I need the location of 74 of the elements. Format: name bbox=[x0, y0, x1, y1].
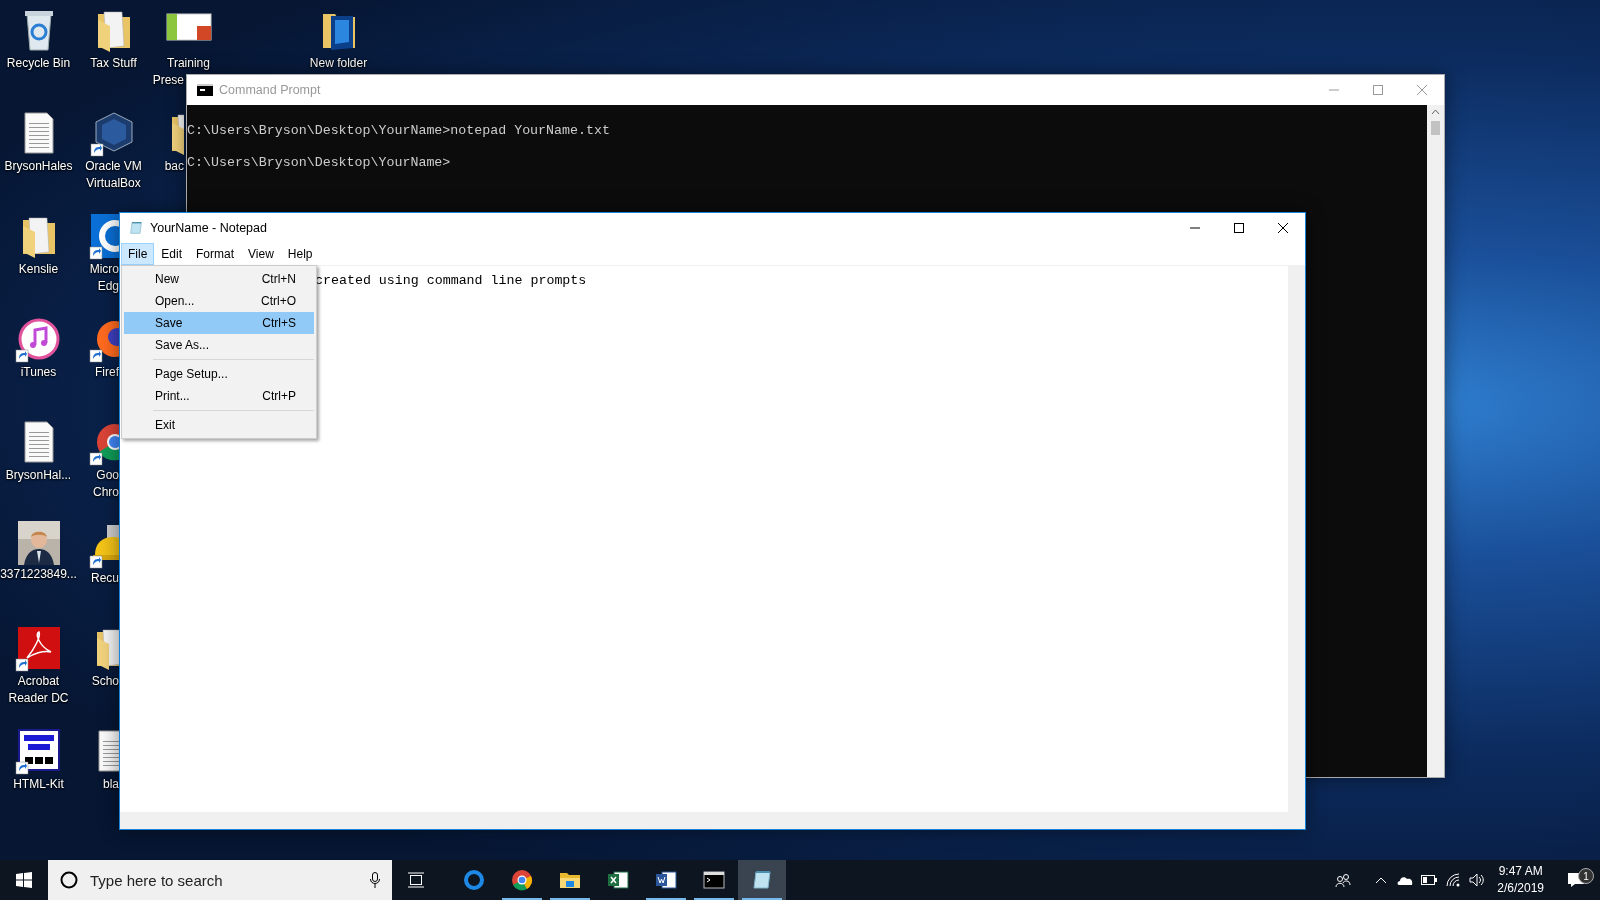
menu-option[interactable]: Open... Ctrl+O bbox=[124, 290, 314, 312]
edge-icon bbox=[462, 868, 486, 892]
search-box[interactable]: Type here to search bbox=[48, 860, 392, 900]
battery-icon bbox=[1421, 875, 1438, 885]
icon-label: bla bbox=[103, 777, 119, 792]
search-field[interactable]: Type here to search bbox=[88, 870, 360, 890]
icon-label: iTunes bbox=[20, 365, 57, 380]
notepad-icon bbox=[128, 220, 144, 236]
console-line: C:\Users\Bryson\Desktop\YourName>notepad YourName.txt bbox=[187, 123, 610, 139]
icon-label: Edg bbox=[97, 279, 119, 294]
microphone-icon bbox=[370, 872, 380, 888]
scrollbar[interactable] bbox=[1427, 105, 1444, 777]
cloud-icon bbox=[1397, 875, 1414, 885]
chevron-up-icon bbox=[1375, 876, 1388, 884]
icon-label: HTML-Kit bbox=[13, 777, 64, 792]
taskbar-app-button[interactable] bbox=[738, 860, 786, 900]
clock-time: 9:47 AM bbox=[1498, 863, 1543, 880]
icon-label: New folder bbox=[309, 56, 368, 71]
window-title: Command Prompt bbox=[219, 83, 322, 97]
icon-label: Chro bbox=[93, 485, 119, 500]
menu-option[interactable]: New Ctrl+N bbox=[124, 268, 314, 290]
close-icon bbox=[1417, 85, 1427, 95]
horizontal-scrollbar[interactable] bbox=[120, 812, 1305, 829]
terminal-icon bbox=[702, 868, 726, 892]
clock-date: 2/6/2019 bbox=[1497, 880, 1544, 897]
menu-item[interactable]: File bbox=[121, 243, 155, 265]
wifi-icon bbox=[1446, 873, 1461, 887]
icon-label: Prese bbox=[152, 73, 184, 88]
speaker-icon bbox=[1469, 873, 1486, 887]
icon-label: Training bbox=[167, 56, 210, 71]
icon-label: Micro bbox=[89, 262, 119, 277]
word-processor-icon bbox=[654, 868, 678, 892]
menu-option[interactable]: Print... Ctrl+P bbox=[124, 385, 314, 407]
icon-label: Reader DC bbox=[8, 691, 69, 706]
icon-label: Recycle Bin bbox=[6, 56, 71, 71]
icon-label: Tax Stuff bbox=[90, 56, 137, 71]
icon-label: VirtualBox bbox=[86, 176, 141, 191]
menu-item[interactable]: Help bbox=[280, 243, 320, 265]
menu-option[interactable]: Save Ctrl+S bbox=[124, 312, 314, 334]
icon-label: Recu bbox=[91, 571, 119, 586]
icon-label: Goo bbox=[96, 468, 119, 483]
notepad-icon bbox=[750, 868, 774, 892]
acrobat-icon[interactable] bbox=[14, 624, 63, 672]
close-icon bbox=[1278, 223, 1288, 233]
menu-option[interactable]: Exit bbox=[124, 414, 314, 436]
edge-icon[interactable] bbox=[89, 212, 119, 260]
document-text: created using command line prompts bbox=[315, 273, 587, 288]
chrome-icon bbox=[510, 868, 534, 892]
icon-label: BrysonHal... bbox=[5, 468, 72, 483]
menu-option[interactable]: Save As... bbox=[124, 334, 314, 356]
icon-label: BrysonHales bbox=[4, 159, 73, 174]
maximize-icon bbox=[1234, 223, 1244, 233]
windows-icon bbox=[16, 872, 32, 888]
maximize-icon bbox=[1373, 85, 1383, 95]
terminal-icon bbox=[197, 84, 213, 96]
menu-option[interactable]: Page Setup... bbox=[124, 363, 314, 385]
icon-label: Oracle VM bbox=[85, 159, 142, 174]
menu-item[interactable]: View bbox=[241, 243, 281, 265]
icon-label: Kenslie bbox=[18, 262, 59, 277]
menu-item[interactable]: Edit bbox=[154, 243, 190, 265]
icon-label: Scho bbox=[91, 674, 119, 689]
spreadsheet-icon bbox=[606, 868, 630, 892]
scrollbar-thumb[interactable] bbox=[1431, 121, 1440, 135]
icon-label: Firef bbox=[95, 365, 119, 380]
window-title: YourName - Notepad bbox=[150, 221, 268, 235]
people-icon bbox=[1335, 873, 1352, 887]
circle-icon bbox=[60, 871, 78, 889]
icon-label: 3371223849... bbox=[0, 567, 77, 582]
scrollbar[interactable] bbox=[1288, 266, 1305, 812]
menu-item[interactable]: Format bbox=[189, 243, 242, 265]
task-view-icon bbox=[407, 872, 425, 888]
console-line: C:\Users\Bryson\Desktop\YourName> bbox=[187, 155, 451, 171]
icon-label: bac bbox=[164, 159, 184, 174]
icon-label: Acrobat bbox=[17, 674, 60, 689]
